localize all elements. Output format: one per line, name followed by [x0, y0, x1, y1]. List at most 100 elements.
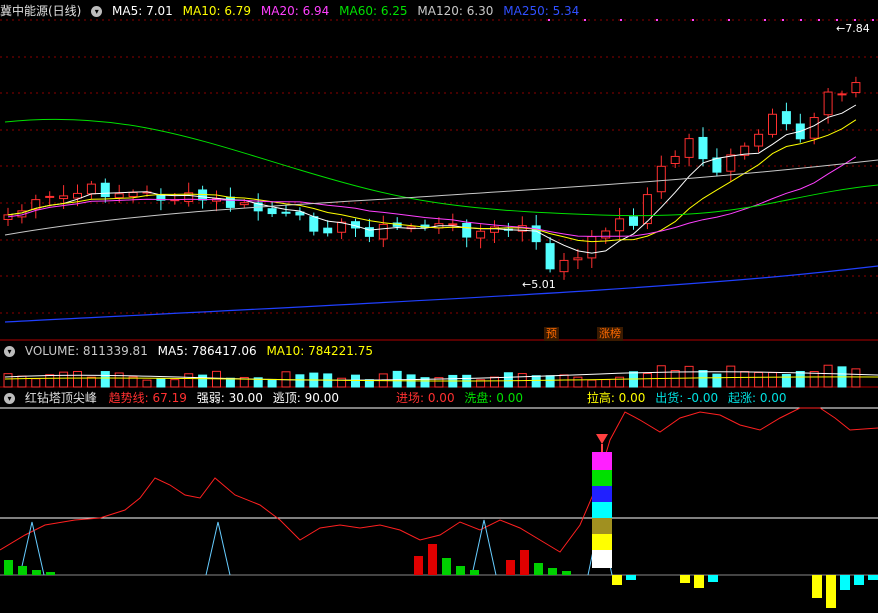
volume-bar [3, 373, 13, 388]
volume-bar [712, 373, 722, 388]
candle-body [629, 216, 638, 226]
candle-body [3, 214, 13, 220]
tower-block [592, 518, 612, 534]
volume-bar [351, 374, 360, 388]
volume-bar [809, 371, 819, 388]
ma60-line [4, 118, 878, 217]
candle-body [309, 216, 319, 232]
volume-bar [31, 378, 41, 388]
candle-body [698, 136, 708, 160]
candle-body [573, 257, 583, 261]
indicator-bar [534, 563, 543, 575]
candle-body [559, 259, 569, 273]
candle-body [587, 236, 597, 259]
candle-body [684, 138, 694, 158]
tower-block [592, 470, 612, 486]
volume-bar [225, 377, 235, 388]
indicator-bar [46, 572, 55, 575]
volume-bar [100, 371, 110, 388]
volume-bar [267, 378, 277, 388]
candle-body [128, 192, 138, 197]
volume-bar [823, 364, 833, 388]
marker-dot [800, 19, 802, 21]
candle-body [712, 157, 722, 173]
ma-line [7, 119, 857, 243]
candle-body [323, 227, 333, 234]
chart-canvas[interactable] [0, 0, 878, 613]
marker-dot [548, 19, 550, 21]
volume-bar [754, 372, 764, 388]
volume-bar [170, 379, 180, 388]
candle-body [615, 218, 625, 232]
volume-bar [142, 379, 152, 388]
volume-bar [17, 375, 27, 388]
ma-line [7, 104, 857, 254]
candle-body [462, 222, 472, 238]
candle-body [239, 202, 249, 206]
volume-bar [698, 370, 708, 388]
marker-dot [692, 19, 694, 21]
diamond-icon [596, 434, 608, 444]
trend-line [0, 407, 878, 553]
candle-body [225, 196, 235, 208]
volume-bar [587, 379, 597, 388]
candle-body [73, 192, 82, 199]
candle-body [86, 183, 96, 195]
candle-body [768, 113, 777, 135]
candle-body [670, 155, 680, 165]
indicator-neg-bar [840, 575, 850, 590]
volume-bar [545, 375, 555, 388]
marker-dot [620, 19, 622, 21]
tower-block [592, 550, 612, 568]
indicator-neg-bar [826, 575, 836, 608]
candle-body [726, 154, 736, 172]
candle-body [823, 91, 833, 116]
volume-bar [851, 368, 861, 388]
tower-block [592, 534, 612, 550]
volume-bar [392, 370, 402, 388]
candle-body [656, 165, 666, 193]
candle-body [851, 82, 861, 94]
volume-bar [295, 374, 305, 388]
volume-bar [59, 371, 69, 388]
candle-body [476, 230, 486, 239]
indicator-bar [414, 556, 423, 575]
tower-block [592, 452, 612, 470]
volume-bar [642, 372, 652, 388]
marker-dot [836, 19, 838, 21]
candle-body [448, 223, 458, 226]
candle-body [490, 226, 499, 233]
indicator-neg-bar [708, 575, 718, 582]
volume-bar [337, 377, 347, 388]
volume-bar [45, 374, 55, 388]
indicator-bar [428, 544, 437, 575]
marker-dot [818, 19, 820, 21]
marker-dot [656, 19, 658, 21]
volume-bar [601, 379, 611, 388]
volume-bar [726, 365, 736, 388]
indicator-bar [562, 571, 571, 575]
volume-bar [198, 374, 208, 388]
volume-bar [531, 375, 541, 388]
volume-bar [156, 378, 166, 388]
volume-bar [573, 376, 583, 388]
candle-body [809, 117, 819, 139]
indicator-bar [506, 560, 515, 575]
indicator-neg-bar [694, 575, 704, 588]
ma250-line [4, 265, 878, 323]
candle-body [378, 223, 388, 240]
signal-zhangbang-badge: 涨榜 [597, 327, 623, 341]
indicator-bar [18, 566, 27, 575]
indicator-bar [4, 560, 13, 575]
indicator-neg-bar [854, 575, 864, 585]
candle-body [100, 182, 110, 198]
candle-body [781, 111, 791, 125]
candle-body [267, 208, 277, 215]
marker-dot [764, 19, 766, 21]
indicator-neg-bar [626, 575, 636, 580]
candle-body [59, 195, 69, 200]
indicator-bar [470, 570, 479, 575]
indicator-neg-bar [680, 575, 690, 583]
indicator-bar [456, 566, 465, 575]
marker-dot [782, 19, 784, 21]
